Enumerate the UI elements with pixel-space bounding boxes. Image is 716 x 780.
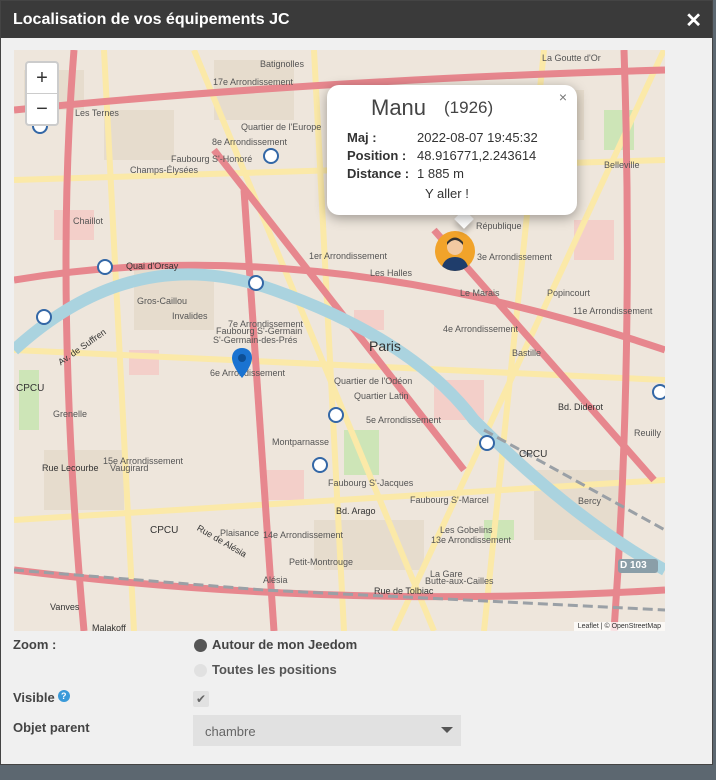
map-label: Quai d'Orsay [126, 261, 179, 271]
map[interactable]: + − Batignolles La Goutte d'Or 17e Arron… [14, 50, 665, 631]
map-label: Vanves [50, 602, 80, 612]
map-label: Bd. Diderot [558, 402, 604, 412]
parent-label: Objet parent [13, 720, 90, 735]
map-label: Faubourg S'-Honoré [171, 154, 253, 164]
bottom-bar [0, 765, 716, 780]
map-label: 11e Arrondissement [573, 306, 653, 316]
titlebar: Localisation de vos équipements JC ✕ [1, 1, 712, 38]
map-attribution[interactable]: Leaflet | © OpenStreetMap [573, 622, 665, 631]
map-label: Faubourg S'-Jacques [328, 478, 414, 488]
popup-id: (1926) [444, 98, 494, 117]
map-label: Petit-Montrouge [289, 557, 354, 567]
map-label: Champs-Élysées [130, 165, 199, 175]
map-label: Bd. Arago [336, 506, 376, 516]
road-shield: D 103 [620, 560, 647, 571]
map-label: Quartier de l'Europe [241, 122, 322, 132]
go-there-link[interactable]: Y aller ! [425, 186, 469, 201]
position-label: Position : [347, 148, 407, 163]
map-label: Le Marais [460, 288, 500, 298]
map-label: République [476, 221, 522, 231]
popup-name: Manu [371, 95, 427, 120]
zoom-control: + − [25, 61, 59, 126]
visible-label: Visible? [13, 690, 70, 705]
popup: × Manu (1926) Maj : 2022-08-07 19:45:32 P… [327, 85, 577, 215]
map-label: 14e Arrondissement [263, 530, 344, 540]
map-label: Rue Lecourbe [42, 463, 99, 473]
dialog: Localisation de vos équipements JC ✕ + −… [0, 0, 713, 765]
map-label: CPCU [150, 525, 179, 536]
map-label: Popincourt [547, 288, 591, 298]
chevron-down-icon [441, 727, 453, 733]
map-label: Butte-aux-Cailles [425, 576, 494, 586]
help-icon[interactable]: ? [57, 690, 70, 702]
map-label: Paris [369, 338, 401, 354]
parent-select[interactable]: chambre [193, 715, 461, 746]
zoom-label: Zoom : [13, 637, 57, 652]
zoom-radio-all[interactable] [194, 664, 207, 677]
map-label: Rue de Tolbiac [374, 586, 434, 596]
map-label: Belleville [604, 160, 640, 170]
map-label: 13e Arrondissement [431, 535, 512, 545]
distance-value: 1 885 m [417, 166, 464, 181]
map-label: 17e Arrondissement [213, 77, 294, 87]
map-label: Montparnasse [272, 437, 330, 447]
user-avatar-icon[interactable] [435, 231, 475, 271]
map-label: Bercy [578, 496, 602, 506]
map-label: Les Gobelins [440, 525, 493, 535]
maj-label: Maj : [347, 130, 377, 145]
dialog-title: Localisation de vos équipements JC [13, 11, 290, 28]
parent-select-value: chambre [205, 724, 256, 739]
visible-text: Visible [13, 690, 55, 705]
close-icon[interactable]: ✕ [685, 8, 702, 33]
maj-value: 2022-08-07 19:45:32 [417, 130, 538, 145]
map-label: Gros-Caillou [137, 296, 188, 306]
map-label: Grenelle [53, 409, 88, 419]
map-label: Batignolles [260, 59, 305, 69]
map-label: Invalides [172, 311, 208, 321]
map-label: 8e Arrondissement [212, 137, 288, 147]
zoom-out-button[interactable]: − [27, 94, 57, 124]
popup-row-position: Position : 48.916771,2.243614 [347, 148, 536, 163]
zoom-option-all[interactable]: Toutes les positions [212, 662, 337, 677]
map-label: Alésia [263, 575, 288, 585]
map-label: Chaillot [73, 216, 104, 226]
map-label: S'-Germain-des-Prés [213, 335, 298, 345]
map-label: CPCU [519, 449, 548, 460]
map-label: Vaugirard [110, 463, 149, 473]
map-label: 4e Arrondissement [443, 324, 519, 334]
map-label: CPCU [16, 383, 45, 394]
map-label: Faubourg S'-Marcel [410, 495, 489, 505]
map-label: Reuilly [634, 428, 662, 438]
map-label: 1er Arrondissement [309, 251, 388, 261]
map-label: 5e Arrondissement [366, 415, 442, 425]
zoom-in-button[interactable]: + [27, 63, 57, 94]
map-label: Les Ternes [75, 108, 119, 118]
map-label: Les Halles [370, 268, 413, 278]
map-label: Bastille [512, 348, 542, 358]
map-label: 3e Arrondissement [477, 252, 553, 262]
zoom-option-around[interactable]: Autour de mon Jeedom [212, 637, 357, 652]
distance-label: Distance : [347, 166, 410, 181]
map-label: Quartier de l'Odéon [334, 376, 413, 386]
zoom-radio-around[interactable] [194, 639, 207, 652]
popup-row-distance: Distance : 1 885 m [347, 166, 464, 181]
map-label: La Goutte d'Or [542, 53, 601, 63]
visible-checkbox[interactable]: ✔ [193, 691, 209, 707]
map-label: Malakoff [92, 623, 126, 631]
popup-row-maj: Maj : 2022-08-07 19:45:32 [347, 130, 538, 145]
position-value: 48.916771,2.243614 [417, 148, 537, 163]
map-label: Quartier Latin [354, 391, 409, 401]
map-label: Plaisance [220, 528, 260, 538]
popup-close-icon[interactable]: × [559, 89, 567, 105]
